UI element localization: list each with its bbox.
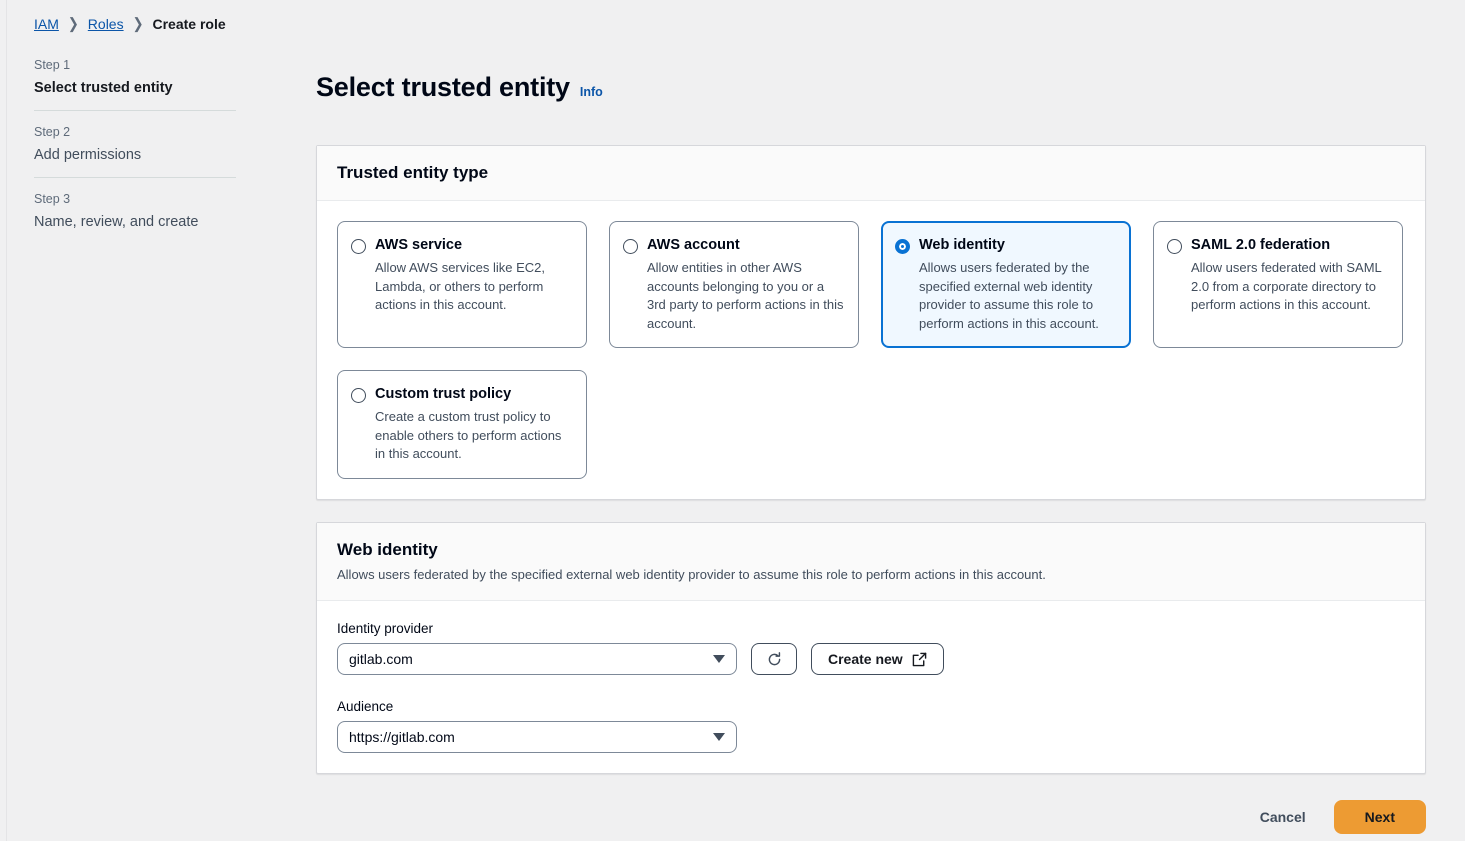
option-title-saml-federation: SAML 2.0 federation — [1191, 237, 1331, 254]
option-title-aws-service: AWS service — [375, 237, 463, 254]
breadcrumb-item-roles[interactable]: Roles — [88, 16, 124, 32]
option-tile-web-identity[interactable]: Web identity Allows users federated by t… — [881, 221, 1131, 349]
web-identity-description: Allows users federated by the specified … — [337, 566, 1046, 582]
refresh-button[interactable] — [751, 643, 797, 676]
option-description-aws-account: Allow entities in other AWS accounts bel… — [647, 260, 844, 331]
option-title-web-identity: Web identity — [919, 237, 1005, 254]
cancel-button[interactable]: Cancel — [1250, 802, 1316, 832]
trusted-entity-type-header: Trusted entity type — [317, 146, 1425, 202]
option-description-web-identity: Allows users federated by the specified … — [919, 260, 1099, 331]
info-link[interactable]: Info — [580, 85, 603, 99]
web-identity-title: Web identity — [337, 539, 438, 559]
sidebar-step-3-label: Name, review, and create — [34, 214, 199, 230]
option-tile-saml-federation[interactable]: SAML 2.0 federation Allow users federate… — [1153, 221, 1403, 349]
trusted-entity-type-title: Trusted entity type — [337, 163, 489, 183]
sidebar-step-3-number: Step 3 — [34, 192, 71, 206]
sidebar-step-2[interactable]: Step 2 Add permissions — [34, 110, 236, 177]
audience-value: https://gitlab.com — [349, 729, 455, 746]
breadcrumb-item-iam[interactable]: IAM — [34, 16, 59, 32]
option-description-aws-service: Allow AWS services like EC2, Lambda, or … — [375, 260, 546, 313]
web-identity-header: Web identity Allows users federated by t… — [317, 522, 1425, 602]
sidebar-step-1[interactable]: Step 1 Select trusted entity — [34, 52, 236, 110]
trusted-entity-type-panel: Trusted entity type AWS service Allow AW… — [316, 145, 1426, 500]
sidebar-step-2-number: Step 2 — [34, 125, 71, 139]
wizard-steps-sidebar: Step 1 Select trusted entity Step 2 Add … — [34, 52, 236, 244]
breadcrumb: IAM ❯ Roles ❯ Create role — [34, 14, 226, 33]
identity-provider-select[interactable]: gitlab.com — [337, 643, 737, 676]
sidebar-step-2-label: Add permissions — [34, 147, 142, 163]
option-tile-aws-service[interactable]: AWS service Allow AWS services like EC2,… — [337, 221, 587, 349]
audience-select[interactable]: https://gitlab.com — [337, 721, 737, 754]
breadcrumb-separator-icon: ❯ — [67, 14, 79, 33]
breadcrumb-separator-icon: ❯ — [132, 14, 144, 33]
web-identity-body: Identity provider gitlab.com Create new — [317, 601, 1425, 773]
sidebar-step-1-number: Step 1 — [34, 58, 71, 72]
option-tile-custom-trust-policy[interactable]: Custom trust policy Create a custom trus… — [337, 370, 587, 479]
audience-label: Audience — [337, 699, 394, 715]
identity-provider-label: Identity provider — [337, 621, 434, 637]
external-link-icon — [912, 652, 926, 666]
option-title-aws-account: AWS account — [647, 237, 740, 254]
radio-icon-aws-account[interactable] — [623, 239, 638, 255]
identity-provider-value: gitlab.com — [349, 651, 413, 668]
option-description-custom-trust-policy: Create a custom trust policy to enable o… — [375, 409, 562, 462]
main-content: Select trusted entity Info Trusted entit… — [316, 0, 1426, 835]
left-edge-rule — [6, 0, 7, 841]
chevron-down-icon — [713, 655, 725, 664]
trusted-entity-option-grid: AWS service Allow AWS services like EC2,… — [337, 221, 1405, 479]
identity-provider-row: gitlab.com Create new — [337, 643, 1405, 676]
create-new-label: Create new — [828, 651, 903, 668]
sidebar-step-3[interactable]: Step 3 Name, review, and create — [34, 177, 236, 244]
web-identity-panel: Web identity Allows users federated by t… — [316, 521, 1426, 775]
radio-icon-aws-service[interactable] — [351, 239, 366, 255]
radio-icon-custom-trust-policy[interactable] — [351, 388, 366, 404]
option-title-custom-trust-policy: Custom trust policy — [375, 386, 512, 403]
radio-icon-web-identity[interactable] — [895, 239, 910, 255]
wizard-footer: Cancel Next — [316, 800, 1426, 835]
refresh-icon — [768, 651, 780, 665]
option-description-saml-federation: Allow users federated with SAML 2.0 from… — [1191, 260, 1382, 313]
sidebar-step-1-label: Select trusted entity — [34, 80, 173, 96]
page-title-row: Select trusted entity Info — [316, 54, 1426, 121]
option-tile-aws-account[interactable]: AWS account Allow entities in other AWS … — [609, 221, 859, 349]
radio-icon-saml-federation[interactable] — [1167, 239, 1182, 255]
next-button[interactable]: Next — [1333, 800, 1426, 835]
chevron-down-icon — [713, 733, 725, 742]
breadcrumb-item-create-role: Create role — [152, 16, 226, 32]
page-title: Select trusted entity — [316, 72, 570, 103]
trusted-entity-type-body: AWS service Allow AWS services like EC2,… — [317, 201, 1425, 498]
create-new-button[interactable]: Create new — [811, 643, 944, 676]
